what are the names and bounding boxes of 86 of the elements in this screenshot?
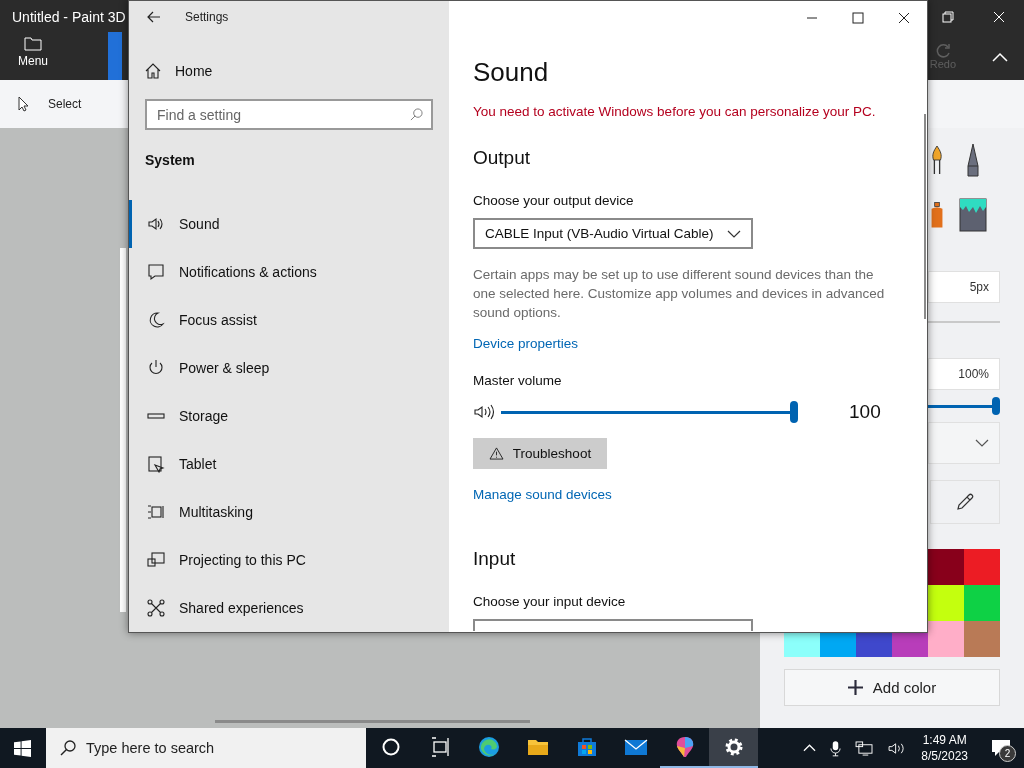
collapse-caret-icon[interactable] [992, 52, 1008, 62]
tablet-icon [147, 455, 165, 473]
start-button[interactable] [14, 739, 31, 757]
search-field[interactable]: Find a setting [145, 99, 433, 131]
device-properties-link[interactable]: Device properties [473, 336, 579, 351]
speaker-icon [147, 215, 165, 233]
window-title: Settings [185, 10, 229, 25]
color-swatch[interactable] [928, 621, 964, 657]
home-icon [145, 63, 161, 80]
power-icon [147, 359, 165, 377]
troubleshoot-button[interactable]: Troubleshoot [473, 438, 607, 469]
folder-icon [24, 36, 42, 51]
redo-icon [934, 44, 951, 58]
color-swatch[interactable] [892, 633, 928, 657]
chevron-down-icon [975, 439, 989, 447]
activation-warning: You need to activate Windows before you can personalize your PC. [473, 104, 876, 119]
slider-thumb[interactable] [790, 401, 798, 423]
color-swatch[interactable] [964, 621, 1000, 657]
field-label: Choose your input device [473, 594, 626, 609]
nav-item[interactable]: Power & sleep [129, 344, 449, 392]
moon-icon [147, 311, 165, 329]
volume-slider[interactable] [501, 400, 798, 424]
notifications-button[interactable]: 2 [978, 728, 1024, 768]
section-heading: Output [473, 147, 531, 169]
field-label: Choose your output device [473, 193, 634, 208]
slider-thumb[interactable] [992, 397, 1000, 415]
plus-icon [847, 680, 863, 695]
opacity-slider[interactable] [928, 396, 1000, 416]
maximize-icon[interactable] [852, 12, 864, 24]
projector-screen-icon [147, 551, 165, 569]
menu-button[interactable]: Menu [18, 36, 49, 68]
show-hidden-icons-caret-icon[interactable] [803, 744, 817, 752]
clock-date[interactable]: 8/5/2023 [921, 748, 968, 764]
color-swatch[interactable] [964, 549, 1000, 585]
input-device-dropdown[interactable] [473, 619, 753, 631]
window-title: Untitled - Paint 3D [12, 9, 126, 25]
section-heading: System [144, 151, 196, 171]
color-swatch[interactable] [784, 633, 820, 657]
section-heading: Input [473, 548, 516, 570]
scrollbar[interactable] [924, 114, 926, 319]
field-label: Master volume [473, 373, 562, 388]
taskbar-search-field[interactable]: Type here to search [46, 728, 366, 768]
pencil-icon[interactable] [965, 142, 981, 178]
nav-item[interactable]: Focus assist [129, 296, 449, 344]
back-arrow-icon[interactable] [147, 11, 161, 24]
color-swatch[interactable] [856, 633, 892, 657]
tab-highlight[interactable] [108, 32, 123, 80]
opacity-field[interactable]: 100% [928, 358, 1000, 390]
eyedropper-icon [956, 493, 974, 511]
description-text: Certain apps may be set up to use different sound devices than the one selected here. Customize app volumes and devices in advanced sound options. [473, 266, 886, 322]
select-tool[interactable]: Select [48, 97, 82, 111]
nav-item[interactable]: Tablet [129, 440, 449, 488]
notification-badge: 2 [999, 745, 1016, 762]
network-icon[interactable] [855, 740, 875, 756]
page-title: Sound [473, 57, 549, 88]
add-color-button[interactable]: Add color [784, 669, 1000, 706]
color-swatch[interactable] [820, 633, 856, 657]
chevron-down-icon [727, 229, 741, 238]
close-icon[interactable] [898, 12, 910, 24]
home-link[interactable]: Home [129, 33, 449, 90]
output-device-dropdown[interactable]: CABLE Input (VB-Audio Virtual Cable) [473, 218, 753, 249]
clock-time[interactable]: 1:49 AM [922, 732, 967, 748]
warning-icon [488, 447, 504, 460]
nav-item[interactable]: Multitasking [129, 488, 449, 536]
browser-icon [476, 735, 501, 759]
microphone-icon[interactable] [830, 739, 842, 757]
manage-devices-link[interactable]: Manage sound devices [473, 487, 612, 502]
brush-size-field[interactable]: 5px [928, 271, 1000, 303]
nav-item[interactable]: Projecting to this PC [129, 536, 449, 584]
message-icon [147, 263, 165, 281]
taskbar-app-button[interactable] [709, 728, 758, 768]
nav-item[interactable]: Notifications & actions [129, 248, 449, 296]
color-swatch[interactable] [928, 549, 964, 585]
scrollbar[interactable] [215, 720, 530, 723]
windows-icon [147, 503, 165, 521]
search-icon[interactable] [60, 740, 76, 756]
pointer-icon[interactable] [18, 96, 30, 112]
speaker-icon[interactable] [473, 403, 495, 421]
volume-value: 100 [849, 401, 881, 423]
color-swatch[interactable] [964, 585, 1000, 621]
nav-item[interactable]: Shared experiences [129, 584, 449, 632]
paint-bucket-icon[interactable] [958, 197, 988, 233]
share-icon [147, 599, 165, 617]
restore-icon[interactable] [942, 11, 954, 23]
color-swatch[interactable] [928, 585, 964, 621]
nav-item[interactable]: Storage [129, 392, 449, 440]
